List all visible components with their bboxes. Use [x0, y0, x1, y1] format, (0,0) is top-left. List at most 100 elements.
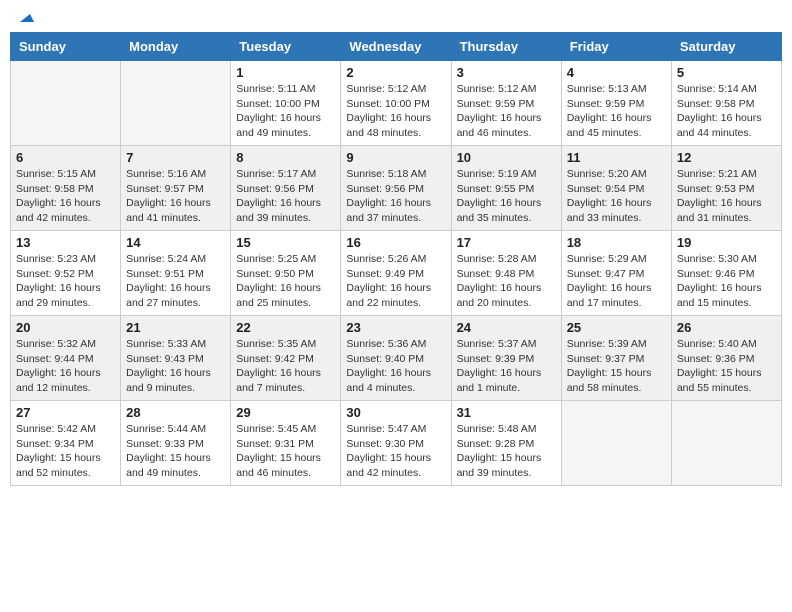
day-info: Sunrise: 5:12 AM Sunset: 9:59 PM Dayligh…	[457, 82, 556, 141]
day-number: 4	[567, 65, 666, 80]
day-info: Sunrise: 5:47 AM Sunset: 9:30 PM Dayligh…	[346, 422, 445, 481]
day-number: 9	[346, 150, 445, 165]
day-of-week-header: Wednesday	[341, 33, 451, 61]
calendar-day-cell: 15Sunrise: 5:25 AM Sunset: 9:50 PM Dayli…	[231, 231, 341, 316]
day-info: Sunrise: 5:28 AM Sunset: 9:48 PM Dayligh…	[457, 252, 556, 311]
day-info: Sunrise: 5:29 AM Sunset: 9:47 PM Dayligh…	[567, 252, 666, 311]
day-info: Sunrise: 5:17 AM Sunset: 9:56 PM Dayligh…	[236, 167, 335, 226]
day-number: 29	[236, 405, 335, 420]
calendar-day-cell: 6 Sunrise: 5:15 AM Sunset: 9:58 PM Daylig…	[11, 146, 121, 231]
calendar-day-cell: 30Sunrise: 5:47 AM Sunset: 9:30 PM Dayli…	[341, 401, 451, 486]
logo	[14, 10, 34, 24]
calendar-week-row: 13Sunrise: 5:23 AM Sunset: 9:52 PM Dayli…	[11, 231, 782, 316]
day-of-week-header: Friday	[561, 33, 671, 61]
calendar-day-cell: 31 Sunrise: 5:48 AM Sunset: 9:28 PM Dayli…	[451, 401, 561, 486]
day-number: 19	[677, 235, 776, 250]
day-info: Sunrise: 5:40 AM Sunset: 9:36 PM Dayligh…	[677, 337, 776, 396]
day-info: Sunrise: 5:37 AM Sunset: 9:39 PM Dayligh…	[457, 337, 556, 396]
calendar-day-cell: 29 Sunrise: 5:45 AM Sunset: 9:31 PM Dayli…	[231, 401, 341, 486]
calendar-day-cell: 1Sunrise: 5:11 AM Sunset: 10:00 PM Dayli…	[231, 61, 341, 146]
calendar-day-cell: 5 Sunrise: 5:14 AM Sunset: 9:58 PM Daylig…	[671, 61, 781, 146]
day-number: 18	[567, 235, 666, 250]
calendar-day-cell: 8 Sunrise: 5:17 AM Sunset: 9:56 PM Daylig…	[231, 146, 341, 231]
day-number: 7	[126, 150, 225, 165]
day-number: 23	[346, 320, 445, 335]
day-info: Sunrise: 5:25 AM Sunset: 9:50 PM Dayligh…	[236, 252, 335, 311]
calendar-day-cell: 7 Sunrise: 5:16 AM Sunset: 9:57 PM Daylig…	[121, 146, 231, 231]
calendar-day-cell: 23 Sunrise: 5:36 AM Sunset: 9:40 PM Dayli…	[341, 316, 451, 401]
day-info: Sunrise: 5:33 AM Sunset: 9:43 PM Dayligh…	[126, 337, 225, 396]
calendar-day-cell: 4 Sunrise: 5:13 AM Sunset: 9:59 PM Daylig…	[561, 61, 671, 146]
day-info: Sunrise: 5:30 AM Sunset: 9:46 PM Dayligh…	[677, 252, 776, 311]
day-info: Sunrise: 5:21 AM Sunset: 9:53 PM Dayligh…	[677, 167, 776, 226]
calendar-day-cell: 21Sunrise: 5:33 AM Sunset: 9:43 PM Dayli…	[121, 316, 231, 401]
day-info: Sunrise: 5:15 AM Sunset: 9:58 PM Dayligh…	[16, 167, 115, 226]
day-of-week-header: Monday	[121, 33, 231, 61]
calendar-day-cell: 26 Sunrise: 5:40 AM Sunset: 9:36 PM Dayli…	[671, 316, 781, 401]
calendar-day-cell: 13Sunrise: 5:23 AM Sunset: 9:52 PM Dayli…	[11, 231, 121, 316]
calendar-day-cell: 27 Sunrise: 5:42 AM Sunset: 9:34 PM Dayli…	[11, 401, 121, 486]
day-number: 16	[346, 235, 445, 250]
calendar-day-cell: 2 Sunrise: 5:12 AM Sunset: 10:00 PM Dayli…	[341, 61, 451, 146]
day-number: 31	[457, 405, 556, 420]
calendar-week-row: 27 Sunrise: 5:42 AM Sunset: 9:34 PM Dayli…	[11, 401, 782, 486]
calendar-day-cell	[121, 61, 231, 146]
logo-arrow-icon	[16, 6, 34, 24]
calendar-day-cell	[561, 401, 671, 486]
day-number: 6	[16, 150, 115, 165]
calendar-day-cell: 19 Sunrise: 5:30 AM Sunset: 9:46 PM Dayli…	[671, 231, 781, 316]
day-number: 1	[236, 65, 335, 80]
day-info: Sunrise: 5:13 AM Sunset: 9:59 PM Dayligh…	[567, 82, 666, 141]
calendar-week-row: 1Sunrise: 5:11 AM Sunset: 10:00 PM Dayli…	[11, 61, 782, 146]
calendar-day-cell	[671, 401, 781, 486]
day-info: Sunrise: 5:14 AM Sunset: 9:58 PM Dayligh…	[677, 82, 776, 141]
day-number: 3	[457, 65, 556, 80]
day-info: Sunrise: 5:45 AM Sunset: 9:31 PM Dayligh…	[236, 422, 335, 481]
day-info: Sunrise: 5:19 AM Sunset: 9:55 PM Dayligh…	[457, 167, 556, 226]
day-info: Sunrise: 5:26 AM Sunset: 9:49 PM Dayligh…	[346, 252, 445, 311]
calendar-day-cell: 12Sunrise: 5:21 AM Sunset: 9:53 PM Dayli…	[671, 146, 781, 231]
calendar-day-cell: 25 Sunrise: 5:39 AM Sunset: 9:37 PM Dayli…	[561, 316, 671, 401]
day-info: Sunrise: 5:24 AM Sunset: 9:51 PM Dayligh…	[126, 252, 225, 311]
day-number: 2	[346, 65, 445, 80]
calendar-day-cell: 10 Sunrise: 5:19 AM Sunset: 9:55 PM Dayli…	[451, 146, 561, 231]
day-number: 17	[457, 235, 556, 250]
calendar-day-cell: 17 Sunrise: 5:28 AM Sunset: 9:48 PM Dayli…	[451, 231, 561, 316]
day-number: 28	[126, 405, 225, 420]
calendar-day-cell: 24 Sunrise: 5:37 AM Sunset: 9:39 PM Dayli…	[451, 316, 561, 401]
calendar-week-row: 6 Sunrise: 5:15 AM Sunset: 9:58 PM Daylig…	[11, 146, 782, 231]
day-of-week-header: Sunday	[11, 33, 121, 61]
day-info: Sunrise: 5:12 AM Sunset: 10:00 PM Daylig…	[346, 82, 445, 141]
day-number: 24	[457, 320, 556, 335]
day-info: Sunrise: 5:42 AM Sunset: 9:34 PM Dayligh…	[16, 422, 115, 481]
day-info: Sunrise: 5:18 AM Sunset: 9:56 PM Dayligh…	[346, 167, 445, 226]
day-number: 26	[677, 320, 776, 335]
calendar-day-cell: 22 Sunrise: 5:35 AM Sunset: 9:42 PM Dayli…	[231, 316, 341, 401]
day-info: Sunrise: 5:35 AM Sunset: 9:42 PM Dayligh…	[236, 337, 335, 396]
day-info: Sunrise: 5:48 AM Sunset: 9:28 PM Dayligh…	[457, 422, 556, 481]
day-info: Sunrise: 5:23 AM Sunset: 9:52 PM Dayligh…	[16, 252, 115, 311]
day-info: Sunrise: 5:39 AM Sunset: 9:37 PM Dayligh…	[567, 337, 666, 396]
day-number: 27	[16, 405, 115, 420]
day-of-week-header: Thursday	[451, 33, 561, 61]
calendar-day-cell	[11, 61, 121, 146]
calendar-day-cell: 28Sunrise: 5:44 AM Sunset: 9:33 PM Dayli…	[121, 401, 231, 486]
calendar-day-cell: 14 Sunrise: 5:24 AM Sunset: 9:51 PM Dayli…	[121, 231, 231, 316]
calendar-table: SundayMondayTuesdayWednesdayThursdayFrid…	[10, 32, 782, 486]
day-number: 8	[236, 150, 335, 165]
day-of-week-header: Tuesday	[231, 33, 341, 61]
calendar-day-cell: 16 Sunrise: 5:26 AM Sunset: 9:49 PM Dayli…	[341, 231, 451, 316]
day-number: 22	[236, 320, 335, 335]
day-number: 10	[457, 150, 556, 165]
day-number: 5	[677, 65, 776, 80]
day-number: 25	[567, 320, 666, 335]
day-number: 14	[126, 235, 225, 250]
calendar-day-cell: 18 Sunrise: 5:29 AM Sunset: 9:47 PM Dayli…	[561, 231, 671, 316]
calendar-day-cell: 9 Sunrise: 5:18 AM Sunset: 9:56 PM Daylig…	[341, 146, 451, 231]
day-number: 11	[567, 150, 666, 165]
day-of-week-header: Saturday	[671, 33, 781, 61]
calendar-week-row: 20Sunrise: 5:32 AM Sunset: 9:44 PM Dayli…	[11, 316, 782, 401]
calendar-header-row: SundayMondayTuesdayWednesdayThursdayFrid…	[11, 33, 782, 61]
day-info: Sunrise: 5:36 AM Sunset: 9:40 PM Dayligh…	[346, 337, 445, 396]
day-info: Sunrise: 5:16 AM Sunset: 9:57 PM Dayligh…	[126, 167, 225, 226]
